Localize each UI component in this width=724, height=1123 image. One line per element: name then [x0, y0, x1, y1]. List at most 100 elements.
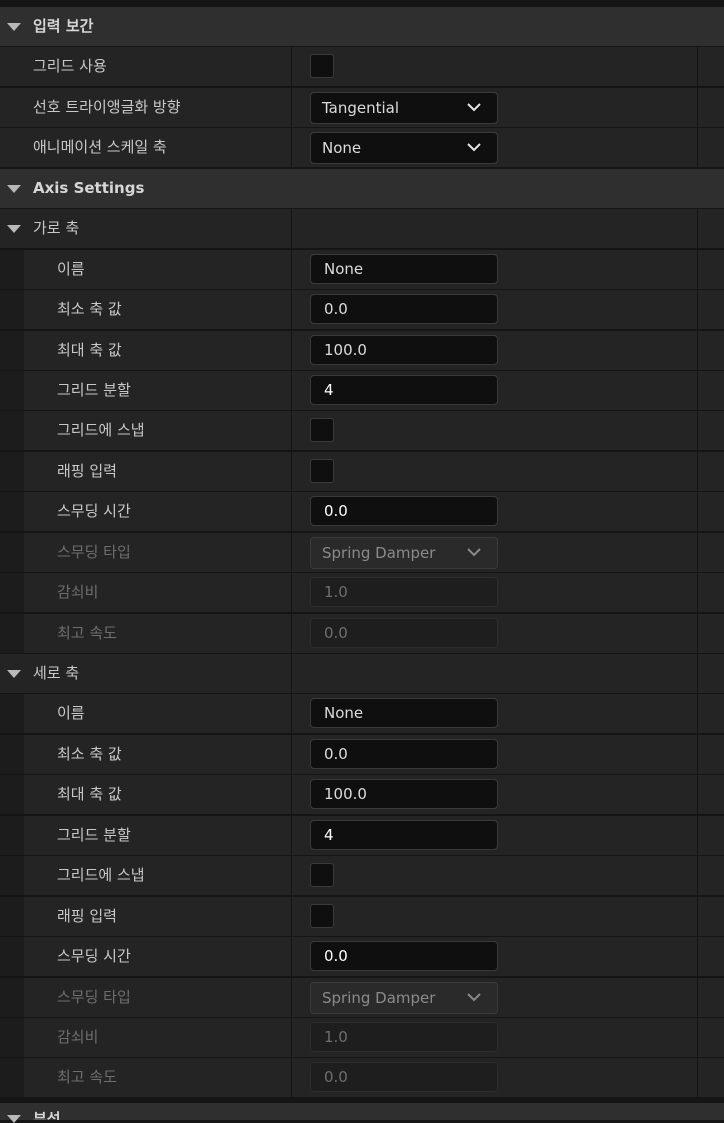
- column-divider[interactable]: [291, 492, 292, 532]
- right-divider: [697, 249, 698, 289]
- column-divider[interactable]: [291, 411, 292, 451]
- anim-scale-axis-dropdown[interactable]: None: [310, 132, 498, 165]
- column-divider[interactable]: [291, 775, 292, 815]
- h-smooth-time-input[interactable]: 0.0: [310, 496, 498, 527]
- right-divider: [697, 330, 698, 370]
- expand-triangle-icon[interactable]: [7, 225, 21, 234]
- row-v-smooth-type: 스무딩 타입 Spring Damper: [0, 977, 724, 1017]
- category-title: 세로 축: [33, 664, 80, 682]
- column-divider[interactable]: [291, 290, 292, 330]
- property-label: 그리드 사용: [33, 57, 107, 76]
- top-gap: [0, 0, 724, 7]
- category-vertical-axis[interactable]: 세로 축: [0, 654, 724, 693]
- category-horizontal-axis[interactable]: 가로 축: [0, 209, 724, 249]
- column-divider[interactable]: [291, 856, 292, 896]
- right-divider: [697, 370, 698, 410]
- v-max-input[interactable]: 100.0: [310, 779, 498, 810]
- property-label: 최대 축 값: [57, 785, 122, 804]
- right-divider: [697, 290, 698, 330]
- right-divider: [697, 532, 698, 572]
- property-label: 그리드에 스냅: [57, 866, 145, 885]
- category-title: 가로 축: [33, 219, 80, 238]
- expand-triangle-icon[interactable]: [7, 23, 21, 31]
- h-min-input[interactable]: 0.0: [310, 294, 498, 325]
- expand-triangle-icon[interactable]: [7, 184, 21, 193]
- column-divider[interactable]: [291, 87, 292, 127]
- h-max-input[interactable]: 100.0: [310, 334, 498, 365]
- column-divider[interactable]: [291, 977, 292, 1017]
- row-v-damping: 감쇠비 1.0: [0, 1017, 724, 1057]
- h-wrap-checkbox[interactable]: [310, 458, 334, 483]
- right-divider: [697, 451, 698, 491]
- expand-triangle-icon[interactable]: [7, 1115, 21, 1123]
- v-min-input[interactable]: 0.0: [310, 738, 498, 769]
- property-label: 최고 속도: [57, 1068, 117, 1087]
- indent-gutter: [0, 937, 24, 977]
- section-next-partial[interactable]: 부석: [0, 1103, 724, 1123]
- property-label: 그리드 분할: [57, 825, 131, 844]
- column-divider[interactable]: [291, 370, 292, 410]
- right-divider: [697, 775, 698, 815]
- column-divider[interactable]: [291, 896, 292, 936]
- h-damping-input: 1.0: [310, 577, 498, 608]
- column-divider[interactable]: [291, 815, 292, 855]
- v-grid-div-input[interactable]: 4: [310, 819, 498, 850]
- section-input-interpolation[interactable]: 입력 보간: [0, 7, 724, 46]
- right-divider: [697, 694, 698, 734]
- indent-gutter: [0, 330, 24, 370]
- indent-gutter: [0, 694, 24, 734]
- right-divider: [697, 411, 698, 451]
- column-divider[interactable]: [291, 249, 292, 289]
- property-label: 최소 축 값: [57, 744, 122, 763]
- dropdown-value: Tangential: [322, 98, 400, 117]
- property-label: 래핑 입력: [57, 461, 117, 480]
- row-v-wrap: 래핑 입력: [0, 896, 724, 936]
- chevron-down-icon: [467, 103, 481, 112]
- property-label: 스무딩 시간: [57, 947, 131, 966]
- property-label: 스무딩 타입: [57, 987, 131, 1006]
- h-name-input[interactable]: None: [310, 253, 498, 284]
- column-divider[interactable]: [291, 128, 292, 168]
- triangulation-dropdown[interactable]: Tangential: [310, 91, 498, 124]
- v-max-speed-input: 0.0: [310, 1062, 498, 1093]
- v-name-input[interactable]: None: [310, 698, 498, 729]
- property-label: 감쇠비: [57, 583, 99, 602]
- column-divider[interactable]: [291, 532, 292, 572]
- right-divider: [697, 1058, 698, 1098]
- row-h-wrap: 래핑 입력: [0, 451, 724, 491]
- v-wrap-checkbox[interactable]: [310, 903, 334, 928]
- row-v-name: 이름 None: [0, 694, 724, 734]
- right-divider: [697, 896, 698, 936]
- property-label: 선호 트라이앵글화 방향: [33, 97, 181, 116]
- column-divider[interactable]: [291, 734, 292, 774]
- expand-triangle-icon[interactable]: [7, 670, 21, 678]
- row-v-smooth-time: 스무딩 시간 0.0: [0, 937, 724, 977]
- indent-gutter: [0, 1058, 24, 1098]
- column-divider[interactable]: [291, 451, 292, 491]
- indent-gutter: [0, 1017, 24, 1057]
- column-divider[interactable]: [291, 1017, 292, 1057]
- dropdown-value: Spring Damper: [322, 988, 436, 1007]
- property-label: 그리드 분할: [57, 380, 131, 399]
- grid-use-checkbox[interactable]: [310, 54, 334, 79]
- column-divider[interactable]: [291, 573, 292, 613]
- column-divider[interactable]: [291, 613, 292, 653]
- section-axis-settings[interactable]: Axis Settings: [0, 168, 724, 208]
- right-divider: [697, 573, 698, 613]
- h-grid-div-input[interactable]: 4: [310, 374, 498, 405]
- row-grid-use: 그리드 사용: [0, 47, 724, 87]
- details-panel: 입력 보간 그리드 사용 선호 트라이앵글화 방향 Tangential 애니메…: [0, 0, 724, 1099]
- column-divider[interactable]: [291, 694, 292, 734]
- v-snap-checkbox[interactable]: [310, 863, 334, 888]
- h-max-speed-input: 0.0: [310, 617, 498, 648]
- column-divider[interactable]: [291, 330, 292, 370]
- row-h-max-speed: 최고 속도 0.0: [0, 613, 724, 653]
- column-divider[interactable]: [291, 937, 292, 977]
- column-divider[interactable]: [291, 47, 292, 87]
- dropdown-value: None: [322, 139, 362, 158]
- indent-gutter: [0, 734, 24, 774]
- v-smooth-time-input[interactable]: 0.0: [310, 941, 498, 972]
- column-divider[interactable]: [291, 1058, 292, 1098]
- h-snap-checkbox[interactable]: [310, 418, 334, 443]
- row-h-smooth-time: 스무딩 시간 0.0: [0, 492, 724, 532]
